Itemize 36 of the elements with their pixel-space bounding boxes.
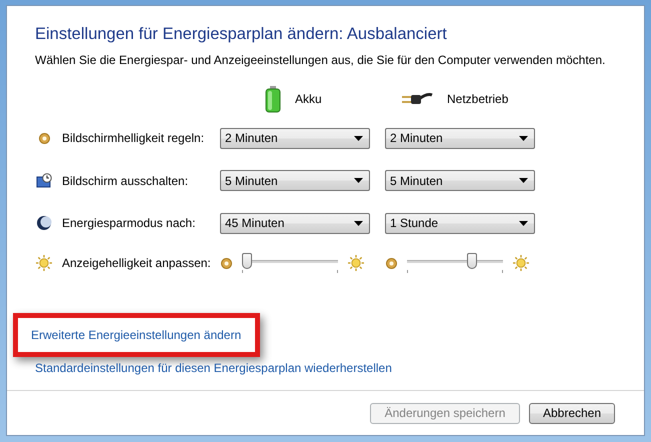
caret-icon [519,136,528,140]
dropdown[interactable]: 5 Minuten [220,170,370,191]
column-header: Akku [295,92,322,106]
setting-label: Bildschirm ausschalten: [62,174,188,188]
setting-label: Bildschirmhelligkeit regeln: [62,131,204,145]
settings-link[interactable]: Erweiterte Energieeinstellungen ändern [31,328,242,342]
dim-sun-icon [38,132,50,144]
dim-sun-icon [385,256,398,270]
dialog-button[interactable]: Abbrechen [529,402,615,424]
setting-label: Energiesparmodus nach: [62,216,196,230]
moon-icon [36,215,52,231]
column-header: Netzbetrieb [447,92,508,106]
slider-thumb[interactable] [242,253,252,269]
settings-link[interactable]: Standardeinstellungen für diesen Energiesparplan wiederherstellen [35,361,392,375]
battery-icon [265,86,281,112]
caret-icon [354,220,363,226]
monitor-clock-icon [36,172,52,188]
page-heading: Einstellungen für Energiesparplan ändern: Ausbalanciert [35,25,448,45]
brightness-slider[interactable] [407,253,503,273]
brightness-slider[interactable] [242,253,338,273]
caret-icon [519,178,528,183]
dropdown[interactable]: 2 Minuten [385,128,535,148]
dropdown[interactable]: 1 Stunde [385,212,535,234]
dropdown[interactable]: 5 Minuten [385,170,535,191]
sun-icon [512,254,530,272]
sun-icon [347,254,365,272]
slider-thumb[interactable] [467,253,478,269]
caret-icon [354,178,363,183]
dropdown[interactable]: 45 Minuten [220,212,370,234]
setting-label: Anzeigehelligkeit anpassen: [62,256,211,270]
sun-icon [35,254,53,272]
caret-icon [354,136,363,140]
dropdown[interactable]: 2 Minuten [220,128,370,148]
caret-icon [519,220,528,226]
dim-sun-icon [220,256,233,270]
description-text: Wählen Sie die Energiespar- und Anzeigeeinstellungen aus, die Sie für den Computer verwenden möchten. [35,53,606,67]
